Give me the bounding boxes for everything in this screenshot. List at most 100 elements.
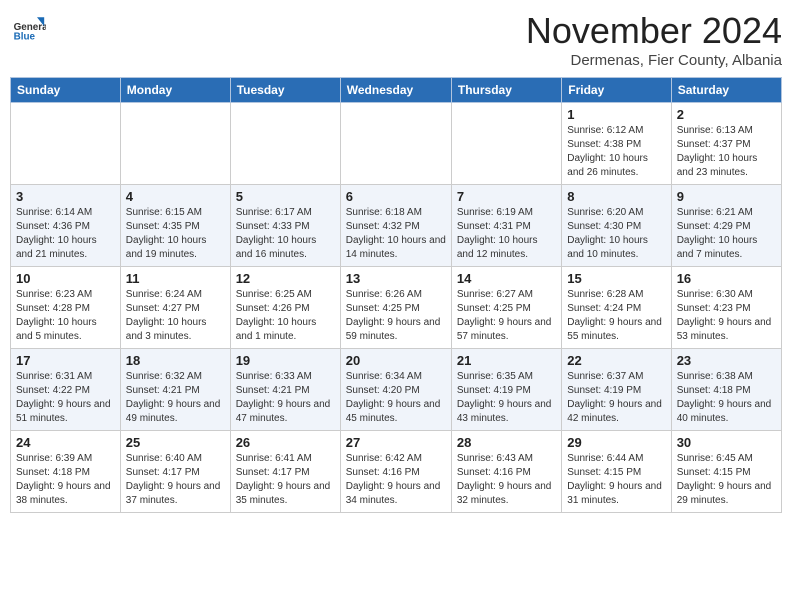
calendar-day-cell: 7 Sunrise: 6:19 AM Sunset: 4:31 PM Daylig…	[451, 185, 561, 267]
calendar-day-cell: 21 Sunrise: 6:35 AM Sunset: 4:19 PM Dayli…	[451, 349, 561, 431]
day-info: Sunrise: 6:45 AM Sunset: 4:15 PM Dayligh…	[677, 452, 776, 508]
calendar-day-cell: 4Sunrise: 6:15 AM Sunset: 4:35 PM Daylig…	[120, 185, 230, 267]
day-number: 16	[677, 271, 776, 286]
calendar-day-cell: 9 Sunrise: 6:21 AM Sunset: 4:29 PM Daylig…	[671, 185, 781, 267]
calendar-day-cell: 26 Sunrise: 6:41 AM Sunset: 4:17 PM Dayli…	[230, 431, 340, 513]
calendar-day-cell: 28Sunrise: 6:43 AM Sunset: 4:16 PM Dayli…	[451, 431, 561, 513]
title-block: November 2024 Dermenas, Fier County, Alb…	[526, 10, 782, 69]
calendar-week-row: 10Sunrise: 6:23 AM Sunset: 4:28 PM Dayli…	[11, 267, 782, 349]
calendar-day-cell: 30Sunrise: 6:45 AM Sunset: 4:15 PM Dayli…	[671, 431, 781, 513]
day-info: Sunrise: 6:15 AM Sunset: 4:35 PM Dayligh…	[126, 206, 225, 262]
month-title: November 2024	[526, 10, 782, 52]
day-info: Sunrise: 6:17 AM Sunset: 4:33 PM Dayligh…	[236, 206, 335, 262]
logo: General Blue	[10, 10, 46, 46]
calendar-day-cell: 2 Sunrise: 6:13 AM Sunset: 4:37 PM Daylig…	[671, 103, 781, 185]
day-number: 25	[126, 435, 225, 450]
day-number: 17	[16, 353, 115, 368]
calendar-day-cell: 5 Sunrise: 6:17 AM Sunset: 4:33 PM Daylig…	[230, 185, 340, 267]
weekday-header-cell: Thursday	[451, 78, 561, 103]
day-info: Sunrise: 6:27 AM Sunset: 4:25 PM Dayligh…	[457, 288, 556, 344]
calendar-day-cell: 14 Sunrise: 6:27 AM Sunset: 4:25 PM Dayli…	[451, 267, 561, 349]
day-info: Sunrise: 6:28 AM Sunset: 4:24 PM Dayligh…	[567, 288, 665, 344]
calendar-day-cell: 22Sunrise: 6:37 AM Sunset: 4:19 PM Dayli…	[562, 349, 671, 431]
day-info: Sunrise: 6:42 AM Sunset: 4:16 PM Dayligh…	[346, 452, 446, 508]
calendar-day-cell: 15Sunrise: 6:28 AM Sunset: 4:24 PM Dayli…	[562, 267, 671, 349]
day-info: Sunrise: 6:21 AM Sunset: 4:29 PM Dayligh…	[677, 206, 776, 262]
day-number: 7	[457, 189, 556, 204]
calendar-day-cell: 23 Sunrise: 6:38 AM Sunset: 4:18 PM Dayli…	[671, 349, 781, 431]
weekday-header-cell: Friday	[562, 78, 671, 103]
weekday-header-cell: Wednesday	[340, 78, 451, 103]
day-number: 9	[677, 189, 776, 204]
calendar-day-cell: 19 Sunrise: 6:33 AM Sunset: 4:21 PM Dayli…	[230, 349, 340, 431]
day-number: 12	[236, 271, 335, 286]
day-number: 1	[567, 107, 665, 122]
calendar-day-cell: 8Sunrise: 6:20 AM Sunset: 4:30 PM Daylig…	[562, 185, 671, 267]
day-number: 5	[236, 189, 335, 204]
day-number: 3	[16, 189, 115, 204]
calendar-day-cell: 1 Sunrise: 6:12 AM Sunset: 4:38 PM Daylig…	[562, 103, 671, 185]
day-info: Sunrise: 6:26 AM Sunset: 4:25 PM Dayligh…	[346, 288, 446, 344]
day-number: 24	[16, 435, 115, 450]
calendar-day-cell	[230, 103, 340, 185]
day-info: Sunrise: 6:33 AM Sunset: 4:21 PM Dayligh…	[236, 370, 335, 426]
calendar-day-cell: 3 Sunrise: 6:14 AM Sunset: 4:36 PM Daylig…	[11, 185, 121, 267]
weekday-header-cell: Saturday	[671, 78, 781, 103]
day-info: Sunrise: 6:39 AM Sunset: 4:18 PM Dayligh…	[16, 452, 115, 508]
day-number: 13	[346, 271, 446, 286]
weekday-header-row: SundayMondayTuesdayWednesdayThursdayFrid…	[11, 78, 782, 103]
calendar-day-cell: 25Sunrise: 6:40 AM Sunset: 4:17 PM Dayli…	[120, 431, 230, 513]
calendar-day-cell: 12Sunrise: 6:25 AM Sunset: 4:26 PM Dayli…	[230, 267, 340, 349]
day-info: Sunrise: 6:18 AM Sunset: 4:32 PM Dayligh…	[346, 206, 446, 262]
calendar-week-row: 1 Sunrise: 6:12 AM Sunset: 4:38 PM Daylig…	[11, 103, 782, 185]
day-info: Sunrise: 6:35 AM Sunset: 4:19 PM Dayligh…	[457, 370, 556, 426]
day-info: Sunrise: 6:32 AM Sunset: 4:21 PM Dayligh…	[126, 370, 225, 426]
logo-icon: General Blue	[10, 10, 46, 46]
day-number: 19	[236, 353, 335, 368]
day-number: 6	[346, 189, 446, 204]
calendar-day-cell	[11, 103, 121, 185]
day-info: Sunrise: 6:14 AM Sunset: 4:36 PM Dayligh…	[16, 206, 115, 262]
calendar-week-row: 3 Sunrise: 6:14 AM Sunset: 4:36 PM Daylig…	[11, 185, 782, 267]
day-number: 23	[677, 353, 776, 368]
day-number: 22	[567, 353, 665, 368]
day-number: 21	[457, 353, 556, 368]
calendar-day-cell: 17 Sunrise: 6:31 AM Sunset: 4:22 PM Dayli…	[11, 349, 121, 431]
calendar-table: SundayMondayTuesdayWednesdayThursdayFrid…	[10, 77, 782, 513]
weekday-header-cell: Sunday	[11, 78, 121, 103]
day-info: Sunrise: 6:31 AM Sunset: 4:22 PM Dayligh…	[16, 370, 115, 426]
day-info: Sunrise: 6:43 AM Sunset: 4:16 PM Dayligh…	[457, 452, 556, 508]
day-info: Sunrise: 6:38 AM Sunset: 4:18 PM Dayligh…	[677, 370, 776, 426]
location-title: Dermenas, Fier County, Albania	[526, 52, 782, 69]
weekday-header-cell: Tuesday	[230, 78, 340, 103]
calendar-day-cell: 13 Sunrise: 6:26 AM Sunset: 4:25 PM Dayli…	[340, 267, 451, 349]
svg-text:Blue: Blue	[14, 32, 36, 43]
calendar-body: 1 Sunrise: 6:12 AM Sunset: 4:38 PM Daylig…	[11, 103, 782, 513]
calendar-day-cell: 18 Sunrise: 6:32 AM Sunset: 4:21 PM Dayli…	[120, 349, 230, 431]
calendar-day-cell: 11Sunrise: 6:24 AM Sunset: 4:27 PM Dayli…	[120, 267, 230, 349]
day-info: Sunrise: 6:24 AM Sunset: 4:27 PM Dayligh…	[126, 288, 225, 344]
calendar-day-cell	[451, 103, 561, 185]
calendar-day-cell: 24 Sunrise: 6:39 AM Sunset: 4:18 PM Dayli…	[11, 431, 121, 513]
calendar-day-cell: 29Sunrise: 6:44 AM Sunset: 4:15 PM Dayli…	[562, 431, 671, 513]
day-info: Sunrise: 6:19 AM Sunset: 4:31 PM Dayligh…	[457, 206, 556, 262]
calendar-day-cell	[120, 103, 230, 185]
calendar-day-cell: 6 Sunrise: 6:18 AM Sunset: 4:32 PM Daylig…	[340, 185, 451, 267]
day-info: Sunrise: 6:12 AM Sunset: 4:38 PM Dayligh…	[567, 124, 665, 180]
day-info: Sunrise: 6:23 AM Sunset: 4:28 PM Dayligh…	[16, 288, 115, 344]
day-number: 14	[457, 271, 556, 286]
day-number: 26	[236, 435, 335, 450]
day-number: 27	[346, 435, 446, 450]
day-info: Sunrise: 6:41 AM Sunset: 4:17 PM Dayligh…	[236, 452, 335, 508]
day-number: 18	[126, 353, 225, 368]
calendar-day-cell: 10Sunrise: 6:23 AM Sunset: 4:28 PM Dayli…	[11, 267, 121, 349]
day-number: 2	[677, 107, 776, 122]
day-info: Sunrise: 6:30 AM Sunset: 4:23 PM Dayligh…	[677, 288, 776, 344]
day-info: Sunrise: 6:13 AM Sunset: 4:37 PM Dayligh…	[677, 124, 776, 180]
calendar-week-row: 24 Sunrise: 6:39 AM Sunset: 4:18 PM Dayli…	[11, 431, 782, 513]
calendar-week-row: 17 Sunrise: 6:31 AM Sunset: 4:22 PM Dayli…	[11, 349, 782, 431]
calendar-day-cell: 16 Sunrise: 6:30 AM Sunset: 4:23 PM Dayli…	[671, 267, 781, 349]
day-info: Sunrise: 6:34 AM Sunset: 4:20 PM Dayligh…	[346, 370, 446, 426]
day-info: Sunrise: 6:44 AM Sunset: 4:15 PM Dayligh…	[567, 452, 665, 508]
day-number: 20	[346, 353, 446, 368]
